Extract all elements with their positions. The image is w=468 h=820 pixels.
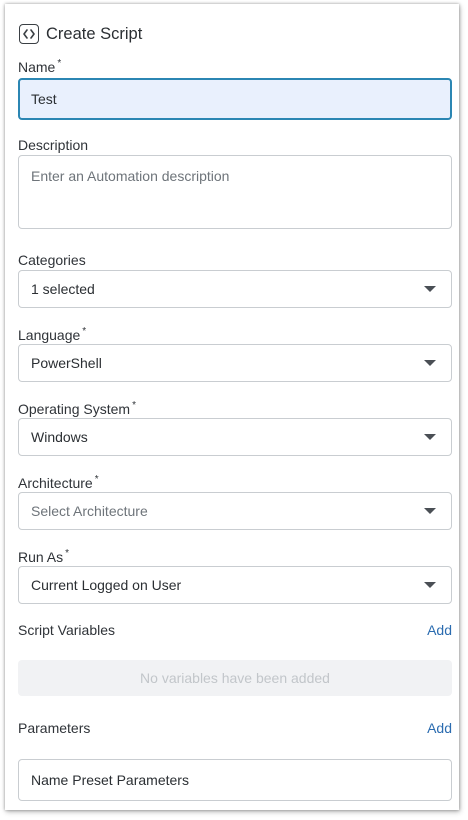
create-script-panel: Create Script Name * Test Description Ent… (5, 4, 459, 810)
name-label-text: Name (18, 59, 56, 75)
language-select[interactable]: PowerShell (18, 344, 452, 382)
run-as-value: Current Logged on User (31, 577, 182, 593)
name-input-value: Test (31, 91, 57, 107)
script-variables-empty-text: No variables have been added (140, 670, 330, 686)
code-brackets-icon (19, 24, 39, 44)
run-as-required-marker: * (65, 548, 70, 559)
description-textarea[interactable]: Enter an Automation description (18, 155, 452, 229)
architecture-label-text: Architecture (18, 475, 93, 491)
parameters-label: Parameters (18, 720, 91, 736)
name-input[interactable]: Test (18, 78, 452, 120)
operating-system-required-marker: * (132, 400, 136, 411)
name-label: Name * (18, 58, 61, 75)
operating-system-label: Operating System * (18, 400, 136, 417)
chevron-down-icon (424, 360, 436, 366)
categories-select[interactable]: 1 selected (18, 270, 452, 308)
operating-system-select[interactable]: Windows (18, 418, 452, 456)
preset-parameters-input[interactable]: Name Preset Parameters (18, 759, 452, 801)
description-label: Description (18, 137, 89, 153)
operating-system-value: Windows (31, 429, 88, 445)
chevron-down-icon (424, 434, 436, 440)
run-as-label-text: Run As (18, 549, 64, 565)
panel-header: Create Script (19, 22, 142, 46)
language-value: PowerShell (31, 355, 102, 371)
run-as-label: Run As * (18, 548, 69, 565)
chevron-down-icon (424, 508, 436, 514)
preset-parameters-placeholder: Name Preset Parameters (31, 772, 189, 788)
description-placeholder: Enter an Automation description (31, 168, 230, 184)
language-label-text: Language (18, 327, 81, 343)
page-title: Create Script (46, 24, 143, 43)
chevron-down-icon (424, 286, 436, 292)
operating-system-label-text: Operating System (18, 401, 131, 417)
language-required-marker: * (82, 326, 87, 337)
chevron-down-icon (424, 582, 436, 588)
architecture-select[interactable]: Select Architecture (18, 492, 452, 530)
add-script-variable-link[interactable]: Add (427, 622, 452, 638)
language-label: Language * (18, 326, 86, 343)
run-as-select[interactable]: Current Logged on User (18, 566, 452, 604)
categories-value: 1 selected (31, 281, 95, 297)
script-variables-empty-state: No variables have been added (18, 660, 452, 696)
name-required-marker: * (57, 58, 62, 69)
categories-label: Categories (18, 252, 86, 268)
architecture-label: Architecture * (18, 474, 99, 491)
script-variables-label: Script Variables (18, 622, 116, 638)
architecture-placeholder: Select Architecture (31, 503, 148, 519)
architecture-required-marker: * (94, 474, 99, 485)
add-parameter-link[interactable]: Add (427, 720, 452, 736)
